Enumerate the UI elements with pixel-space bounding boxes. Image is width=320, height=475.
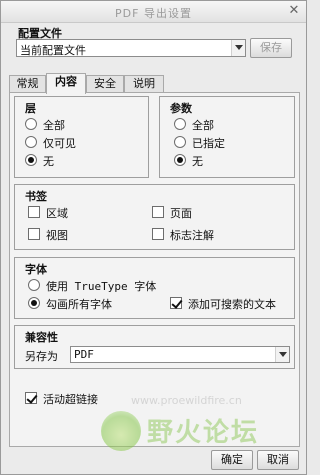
bookmark-view-checkbox[interactable]	[28, 228, 40, 240]
outline-all-fonts-radio[interactable]	[28, 297, 40, 309]
params-all-radio[interactable]	[174, 118, 186, 130]
compatibility-group-title: 兼容性	[25, 331, 58, 344]
forum-watermark: www.proewildfire.cn 野火论坛	[101, 394, 301, 456]
params-all-label: 全部	[192, 119, 214, 132]
watermark-text: 野火论坛	[147, 418, 260, 448]
outline-all-fonts-label: 勾画所有字体	[46, 298, 112, 311]
bookmark-annotation-checkbox[interactable]	[152, 228, 164, 240]
searchable-text-label: 添加可搜索的文本	[188, 298, 276, 311]
layers-all-radio[interactable]	[25, 118, 37, 130]
tab-security[interactable]: 安全	[86, 75, 124, 93]
close-icon[interactable]: ✕	[287, 4, 301, 18]
profile-select[interactable]: 当前配置文件	[16, 39, 246, 57]
title-bar[interactable]: PDF 导出设置 ✕	[1, 1, 306, 23]
pdf-export-settings-dialog: PDF 导出设置 ✕ 配置文件 当前配置文件 保存 常规 内容 安全 说明 层 …	[0, 0, 307, 475]
bookmark-region-label: 区域	[46, 207, 68, 220]
params-none-radio[interactable]	[174, 154, 186, 166]
layers-visible-radio[interactable]	[25, 136, 37, 148]
chevron-down-icon[interactable]	[275, 347, 289, 362]
bookmark-region-checkbox[interactable]	[28, 206, 40, 218]
use-truetype-label: 使用 TrueType 字体	[46, 280, 157, 293]
fire-logo-icon	[101, 411, 141, 451]
bookmark-view-label: 视图	[46, 229, 68, 242]
tab-content[interactable]: 内容	[46, 73, 86, 94]
bookmark-annotation-label: 标志注解	[170, 229, 214, 242]
parameters-group: 参数 全部 已指定 无	[159, 96, 295, 178]
parameters-group-title: 参数	[170, 102, 192, 115]
layers-none-label: 无	[43, 155, 54, 168]
tab-general[interactable]: 常规	[9, 75, 46, 93]
layers-group: 层 全部 仅可见 无	[14, 96, 149, 178]
bookmark-page-checkbox[interactable]	[152, 206, 164, 218]
params-specified-radio[interactable]	[174, 136, 186, 148]
save-button[interactable]: 保存	[250, 38, 292, 58]
compatibility-group: 兼容性 另存为 PDF	[14, 325, 295, 369]
layers-visible-label: 仅可见	[43, 137, 76, 150]
chevron-down-icon[interactable]	[231, 40, 245, 56]
tab-description[interactable]: 说明	[124, 75, 164, 93]
fonts-group-title: 字体	[25, 263, 47, 276]
save-as-label: 另存为	[25, 350, 58, 363]
layers-group-title: 层	[25, 102, 36, 115]
layers-all-label: 全部	[43, 119, 65, 132]
window-title: PDF 导出设置	[115, 7, 192, 20]
active-hyperlinks-label: 活动超链接	[43, 393, 98, 406]
ok-button[interactable]: 确定	[211, 450, 253, 470]
watermark-url: www.proewildfire.cn	[131, 394, 242, 407]
bookmarks-group: 书签 区域 页面 视图 标志注解	[14, 184, 295, 250]
profile-select-value: 当前配置文件	[20, 44, 86, 57]
save-as-value: PDF	[74, 348, 94, 361]
active-hyperlinks-checkbox[interactable]	[25, 392, 37, 404]
params-none-label: 无	[192, 155, 203, 168]
use-truetype-radio[interactable]	[28, 279, 40, 291]
fonts-group: 字体 使用 TrueType 字体 勾画所有字体 添加可搜索的文本	[14, 257, 295, 319]
cancel-button[interactable]: 取消	[257, 450, 299, 470]
bookmark-page-label: 页面	[170, 207, 192, 220]
layers-none-radio[interactable]	[25, 154, 37, 166]
save-as-select[interactable]: PDF	[70, 346, 290, 363]
params-specified-label: 已指定	[192, 137, 225, 150]
bookmarks-group-title: 书签	[25, 190, 47, 203]
searchable-text-checkbox[interactable]	[170, 297, 182, 309]
